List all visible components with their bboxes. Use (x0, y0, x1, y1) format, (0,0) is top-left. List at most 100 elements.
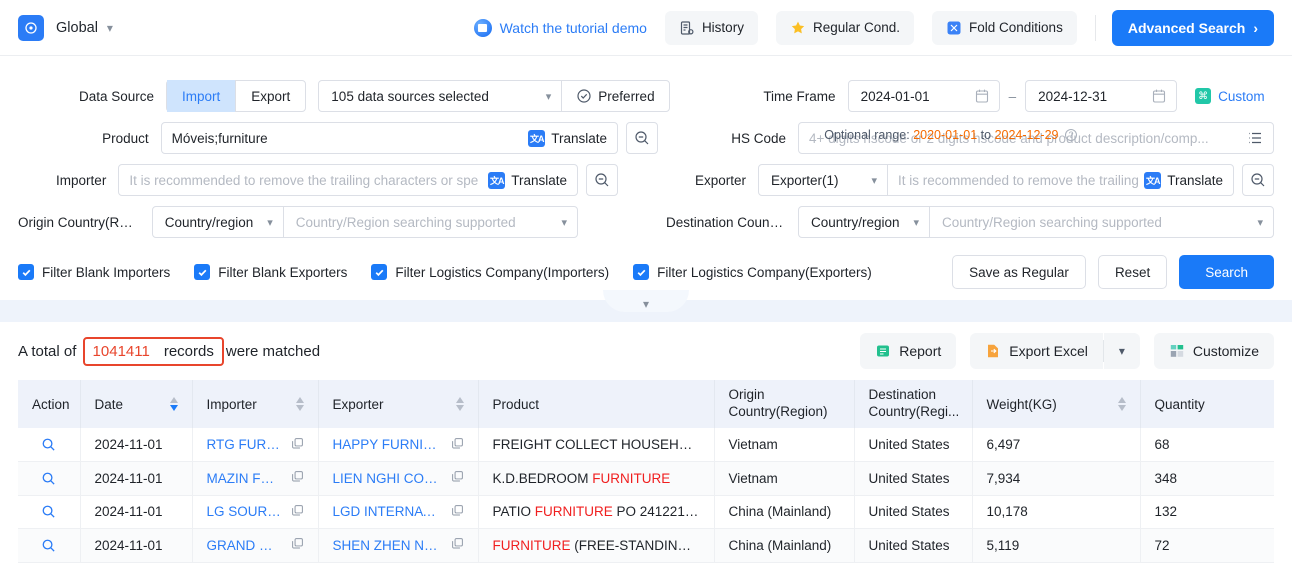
cell-quantity: 72 (1140, 528, 1274, 563)
preferred-button[interactable]: Preferred (562, 80, 668, 112)
date-from-input[interactable]: 2024-01-01 (847, 80, 1000, 112)
importer-translate-button[interactable]: 文A Translate (488, 171, 577, 189)
product-input[interactable]: Móveis;furniture (162, 122, 529, 154)
cell-product: FREIGHT COLLECT HOUSEHOLD U… (478, 428, 715, 462)
copy-icon[interactable] (291, 470, 304, 486)
column-date[interactable]: Date (80, 380, 193, 428)
importer-link[interactable]: LG SOURCING I (207, 504, 283, 519)
hs-code-list-icon[interactable] (1247, 130, 1273, 146)
row-detail-search-icon[interactable] (32, 471, 66, 486)
copy-icon[interactable] (451, 537, 464, 553)
optional-range-from: 2020-01-01 (913, 128, 978, 142)
table-row[interactable]: 2024-11-01 MAZIN FURNITU LIEN NGHI COMPA… (18, 461, 1274, 496)
top-bar: Global ▾ Watch the tutorial demo History… (0, 0, 1292, 56)
product-translate-button[interactable]: 文A Translate (528, 129, 617, 147)
importer-link[interactable]: GRAND WOOD T (207, 538, 283, 553)
cell-exporter[interactable]: SHEN ZHEN NEW FU (318, 528, 479, 563)
row-detail-search-icon[interactable] (32, 538, 66, 553)
import-toggle[interactable]: Import (167, 80, 236, 112)
export-toggle[interactable]: Export (236, 80, 305, 112)
origin-country-placeholder: Country/Region searching supported (295, 214, 516, 230)
sort-icon[interactable] (169, 397, 178, 411)
checkbox-filter-logistics-importers[interactable]: Filter Logistics Company(Importers) (371, 264, 609, 280)
history-label: History (701, 20, 744, 35)
copy-icon[interactable] (291, 437, 304, 453)
advanced-search-button[interactable]: Advanced Search › (1111, 9, 1274, 46)
date-to-input[interactable]: 2024-12-31 (1025, 80, 1178, 112)
table-row[interactable]: 2024-11-01 RTG FURNITURE HAPPY FURNITURE… (18, 428, 1274, 462)
copy-icon[interactable] (451, 470, 464, 486)
sort-icon[interactable] (1117, 397, 1126, 411)
fold-conditions-label: Fold Conditions (969, 20, 1063, 35)
custom-timeframe-button[interactable]: ⌘ Custom (1195, 88, 1265, 104)
customize-button[interactable]: Customize (1153, 333, 1274, 369)
copy-icon[interactable] (451, 437, 464, 453)
table-row[interactable]: 2024-11-01 LG SOURCING I LGD INTERNATION… (18, 495, 1274, 529)
cell-destination: United States (854, 528, 973, 563)
reset-button[interactable]: Reset (1097, 255, 1168, 289)
origin-country-field[interactable]: Country/region ▾ Country/Region searchin… (151, 206, 578, 238)
data-sources-select[interactable]: 105 data sources selected ▾ (319, 80, 561, 112)
checkbox-filter-blank-importers[interactable]: Filter Blank Importers (18, 264, 170, 280)
product-smart-search-icon[interactable] (626, 122, 658, 154)
exporter-link[interactable]: SHEN ZHEN NEW FU (333, 538, 443, 553)
importer-smart-search-icon[interactable] (586, 164, 618, 196)
sort-icon[interactable] (295, 397, 304, 411)
history-button[interactable]: History (664, 10, 758, 45)
sort-icon[interactable] (455, 397, 464, 411)
regular-cond-button[interactable]: Regular Cond. (775, 10, 915, 45)
export-excel-button[interactable]: Export Excel (970, 333, 1103, 369)
row-detail-search-icon[interactable] (32, 437, 66, 452)
region-label[interactable]: Global (56, 20, 98, 36)
exporter-link[interactable]: LGD INTERNATIONAL (333, 504, 443, 519)
importer-link[interactable]: MAZIN FURNITU (207, 471, 283, 486)
cell-exporter[interactable]: LGD INTERNATIONAL (318, 495, 479, 529)
cell-importer[interactable]: GRAND WOOD T (192, 528, 319, 563)
watch-tutorial-link[interactable]: Watch the tutorial demo (473, 18, 647, 37)
destination-country-type-select[interactable]: Country/region ▾ (799, 206, 929, 238)
cell-exporter[interactable]: HAPPY FURNITURE V (318, 428, 479, 462)
exporter-translate-button[interactable]: 文A Translate (1144, 171, 1233, 189)
exporter-link[interactable]: HAPPY FURNITURE V (333, 437, 443, 452)
results-records-word: records (163, 342, 214, 360)
copy-icon[interactable] (291, 504, 304, 520)
cell-exporter[interactable]: LIEN NGHI COMPANY (318, 461, 479, 496)
cell-importer[interactable]: LG SOURCING I (192, 495, 319, 529)
exporter-type-select[interactable]: Exporter(1) ▾ (759, 164, 887, 196)
exporter-smart-search-icon[interactable] (1242, 164, 1274, 196)
exporter-link[interactable]: LIEN NGHI COMPANY (333, 471, 443, 486)
destination-country-field[interactable]: Country/region ▾ Country/Region searchin… (798, 206, 1274, 238)
cell-importer[interactable]: MAZIN FURNITU (192, 461, 319, 496)
copy-icon[interactable] (291, 537, 304, 553)
origin-country-type-select[interactable]: Country/region ▾ (153, 206, 283, 238)
table-row[interactable]: 2024-11-01 GRAND WOOD T SHEN ZHEN NEW FU… (18, 528, 1274, 563)
fold-conditions-button[interactable]: Fold Conditions (932, 10, 1077, 45)
preferred-label: Preferred (598, 88, 655, 104)
checkbox-filter-blank-exporters[interactable]: Filter Blank Exporters (194, 264, 347, 280)
chevron-down-icon[interactable]: ▾ (107, 22, 113, 34)
cell-importer[interactable]: RTG FURNITURE (192, 428, 319, 462)
row-detail-search-icon[interactable] (32, 504, 66, 519)
save-as-regular-button[interactable]: Save as Regular (952, 255, 1086, 289)
column-exporter[interactable]: Exporter (318, 380, 479, 428)
collapse-panel-toggle[interactable]: ▾ (603, 290, 689, 312)
column-quantity: Quantity (1140, 380, 1274, 428)
import-export-toggle[interactable]: Import Export (166, 80, 307, 112)
exporter-input[interactable]: It is recommended to remove the trailing (888, 164, 1144, 196)
column-importer[interactable]: Importer (192, 380, 319, 428)
report-button[interactable]: Report (860, 333, 957, 369)
optional-range-to: 2024-12-29 (994, 128, 1059, 142)
exporter-field[interactable]: Exporter(1) ▾ It is recommended to remov… (758, 164, 1234, 196)
importer-input[interactable]: It is recommended to remove the trailing… (119, 164, 488, 196)
export-excel-dropdown[interactable]: ▾ (1103, 333, 1140, 369)
column-weight[interactable]: Weight(KG) (972, 380, 1141, 428)
origin-country-input[interactable]: Country/Region searching supported ▾ (284, 206, 577, 238)
importer-link[interactable]: RTG FURNITURE (207, 437, 283, 452)
help-icon[interactable]: ? (1065, 129, 1077, 141)
importer-field[interactable]: It is recommended to remove the trailing… (118, 164, 578, 196)
product-field[interactable]: Móveis;furniture 文A Translate (160, 122, 618, 154)
search-button[interactable]: Search (1179, 255, 1274, 289)
copy-icon[interactable] (451, 504, 464, 520)
checkbox-filter-logistics-exporters[interactable]: Filter Logistics Company(Exporters) (633, 264, 872, 280)
destination-country-input[interactable]: Country/Region searching supported ▾ (930, 206, 1273, 238)
